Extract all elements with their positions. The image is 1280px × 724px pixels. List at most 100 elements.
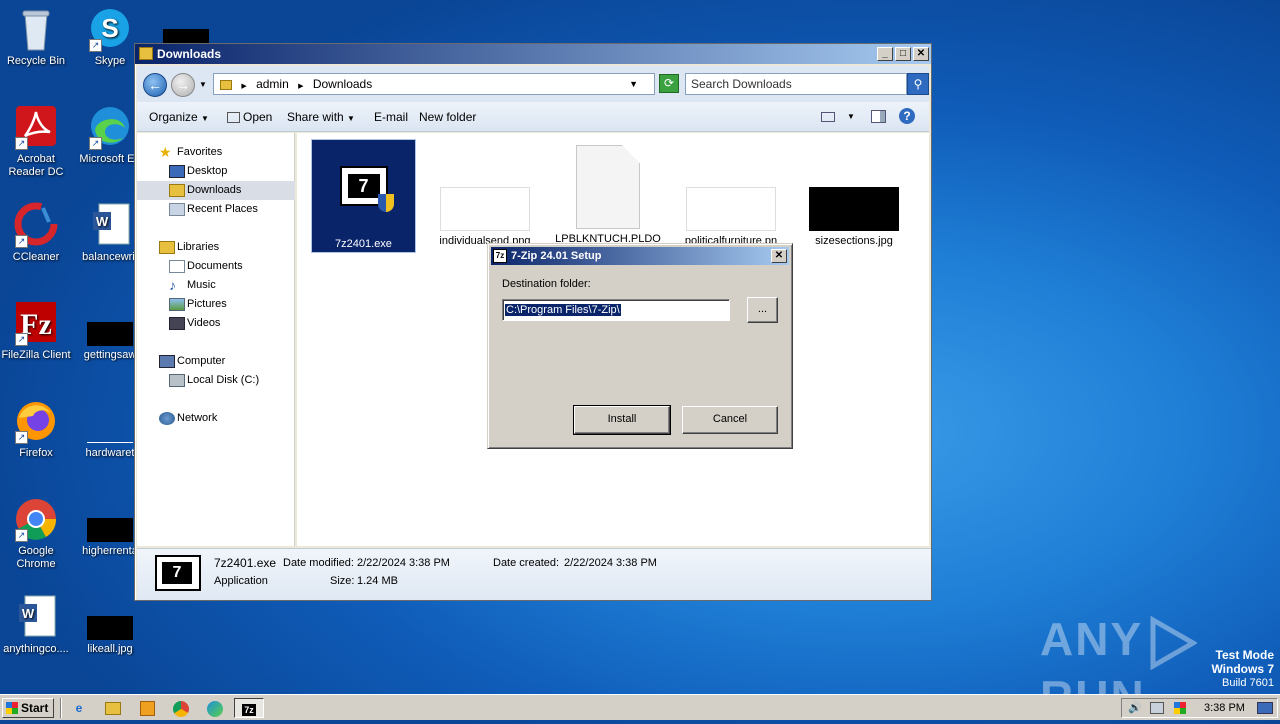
nav-computer[interactable]: Computer bbox=[137, 352, 295, 371]
nav-libraries[interactable]: Libraries bbox=[137, 238, 295, 257]
svg-text:S: S bbox=[101, 13, 118, 43]
desktop-icon-acrobat[interactable]: ↗ Acrobat Reader DC bbox=[0, 104, 76, 179]
network-tray-icon[interactable] bbox=[1150, 702, 1164, 714]
show-desktop-icon[interactable] bbox=[1257, 702, 1273, 714]
nav-videos[interactable]: Videos bbox=[137, 314, 295, 333]
firefox-icon: ↗ bbox=[13, 398, 59, 444]
media-player-icon[interactable] bbox=[136, 698, 158, 718]
folder-icon bbox=[220, 79, 232, 90]
desktop-icon-recycle-bin[interactable]: Recycle Bin bbox=[0, 6, 76, 68]
shortcut-arrow-icon: ↗ bbox=[15, 333, 28, 346]
local-disk-icon bbox=[169, 374, 185, 387]
svg-text:W: W bbox=[96, 214, 109, 229]
help-icon[interactable]: ? bbox=[899, 108, 915, 124]
volume-icon[interactable]: 🔊 bbox=[1128, 699, 1142, 717]
desktop-icon-filezilla[interactable]: Fz ↗ FileZilla Client bbox=[0, 300, 76, 362]
explorer-title-bar[interactable]: Downloads _ □ ✕ bbox=[135, 44, 931, 64]
share-with-button[interactable]: Share with ▼ bbox=[287, 110, 355, 124]
close-button[interactable]: ✕ bbox=[913, 47, 929, 61]
destination-folder-input[interactable]: C:\Program Files\7-Zip\ bbox=[502, 299, 730, 321]
desktop-icon-anythingco[interactable]: W anythingco.... bbox=[0, 594, 76, 656]
nav-documents[interactable]: Documents bbox=[137, 257, 295, 276]
file-item[interactable]: LPBLKNTUCH.PLDO bbox=[555, 145, 661, 249]
nav-network[interactable]: Network bbox=[137, 409, 295, 428]
file-item[interactable]: 7 7z2401.exe bbox=[311, 139, 416, 253]
refresh-button[interactable]: ⟳ bbox=[659, 74, 679, 93]
preview-pane-icon[interactable] bbox=[871, 110, 886, 123]
image-thumbnail bbox=[440, 187, 530, 231]
desktop-icon-chrome[interactable]: ↗ Google Chrome bbox=[0, 496, 76, 571]
image-thumbnail bbox=[809, 187, 899, 231]
details-created-value: 2/22/2024 3:38 PM bbox=[564, 557, 657, 569]
network-icon bbox=[159, 412, 175, 425]
music-icon: ♪ bbox=[169, 277, 176, 293]
dropdown-arrow-icon: ▼ bbox=[347, 114, 355, 123]
new-folder-button[interactable]: New folder bbox=[419, 110, 476, 124]
ie-icon[interactable]: e bbox=[68, 698, 90, 718]
nav-recent-places[interactable]: Recent Places bbox=[137, 200, 295, 219]
edge-icon[interactable] bbox=[204, 698, 226, 718]
file-item[interactable]: politicalfurniture.pn bbox=[681, 183, 781, 249]
file-item[interactable]: sizesections.jpg bbox=[804, 183, 904, 249]
navigation-pane: ★ Favorites Desktop Downloads Recent Plac… bbox=[137, 133, 295, 546]
computer-icon bbox=[159, 355, 175, 368]
change-view-icon[interactable] bbox=[821, 112, 835, 122]
forward-button[interactable]: → bbox=[171, 73, 195, 97]
desktop-icon-firefox[interactable]: ↗ Firefox bbox=[0, 398, 76, 460]
breadcrumb-separator-icon: ▶ bbox=[241, 83, 247, 90]
search-input[interactable]: Search Downloads bbox=[685, 73, 907, 95]
breadcrumb-admin[interactable]: admin bbox=[256, 77, 289, 91]
details-modified-value: 2/22/2024 3:38 PM bbox=[357, 557, 450, 569]
nav-music[interactable]: ♪ Music bbox=[137, 276, 295, 295]
windows-logo-icon bbox=[6, 702, 18, 714]
email-button[interactable]: E-mail bbox=[374, 110, 408, 124]
install-button[interactable]: Install bbox=[573, 405, 671, 435]
browse-button[interactable]: ... bbox=[747, 297, 778, 323]
desktop-icon-ccleaner[interactable]: ↗ CCleaner bbox=[0, 202, 76, 264]
details-size-value: 1.24 MB bbox=[357, 575, 398, 587]
chrome-icon[interactable] bbox=[170, 698, 192, 718]
nav-desktop[interactable]: Desktop bbox=[137, 162, 295, 181]
nav-downloads[interactable]: Downloads bbox=[137, 181, 295, 200]
skype-icon: S ↗ bbox=[87, 6, 133, 52]
details-size-label: Size: bbox=[330, 575, 355, 587]
libraries-icon bbox=[159, 241, 175, 254]
flag-icon[interactable] bbox=[1174, 702, 1186, 714]
nav-pictures[interactable]: Pictures bbox=[137, 295, 295, 314]
breadcrumb-downloads[interactable]: Downloads bbox=[313, 77, 372, 91]
shortcut-arrow-icon: ↗ bbox=[15, 235, 28, 248]
pictures-icon bbox=[169, 298, 185, 311]
system-tray: 🔊 3:38 PM bbox=[1121, 698, 1278, 718]
nav-local-disk[interactable]: Local Disk (C:) bbox=[137, 371, 295, 390]
desktop-icon-likeall[interactable]: likeall.jpg bbox=[70, 594, 150, 656]
cancel-button[interactable]: Cancel bbox=[682, 406, 778, 434]
recent-places-icon bbox=[169, 203, 185, 216]
clock[interactable]: 3:38 PM bbox=[1204, 699, 1245, 717]
destination-folder-label: Destination folder: bbox=[502, 278, 591, 290]
back-button[interactable]: ← bbox=[143, 73, 167, 97]
explorer-folder-icon[interactable] bbox=[102, 698, 124, 718]
address-bar[interactable]: ▶ admin ▶ Downloads ▼ bbox=[213, 73, 655, 95]
address-dropdown-icon[interactable]: ▼ bbox=[629, 74, 638, 94]
search-icon[interactable]: ⚲ bbox=[907, 73, 929, 95]
breadcrumb-separator-icon: ▶ bbox=[298, 83, 304, 90]
downloads-folder-icon bbox=[169, 184, 185, 197]
file-item[interactable]: individualsend.png bbox=[435, 183, 535, 249]
minimize-button[interactable]: _ bbox=[877, 47, 893, 61]
details-filename: 7z2401.exe bbox=[214, 556, 277, 570]
open-button[interactable]: Open bbox=[227, 110, 272, 124]
videos-icon bbox=[169, 317, 185, 330]
nav-favorites[interactable]: ★ Favorites bbox=[137, 143, 295, 162]
organize-button[interactable]: Organize ▼ bbox=[149, 110, 209, 124]
shortcut-arrow-icon: ↗ bbox=[15, 431, 28, 444]
dialog-close-button[interactable]: ✕ bbox=[771, 249, 787, 263]
dialog-title-bar[interactable]: 7z 7-Zip 24.01 Setup ✕ bbox=[491, 247, 789, 265]
7zip-setup-dialog[interactable]: 7z 7-Zip 24.01 Setup ✕ Destination folde… bbox=[487, 243, 793, 449]
maximize-button[interactable]: □ bbox=[895, 47, 911, 61]
taskbar-7zip-button[interactable]: 7z bbox=[234, 698, 264, 718]
start-button[interactable]: Start bbox=[2, 698, 54, 718]
more-options-icon[interactable]: ▼ bbox=[847, 112, 855, 121]
svg-text:W: W bbox=[22, 606, 35, 621]
navigation-bar: ← → ▼ ▶ admin ▶ Downloads ▼ ⟳ Search Dow… bbox=[137, 66, 929, 102]
recent-pages-icon[interactable]: ▼ bbox=[199, 80, 207, 89]
